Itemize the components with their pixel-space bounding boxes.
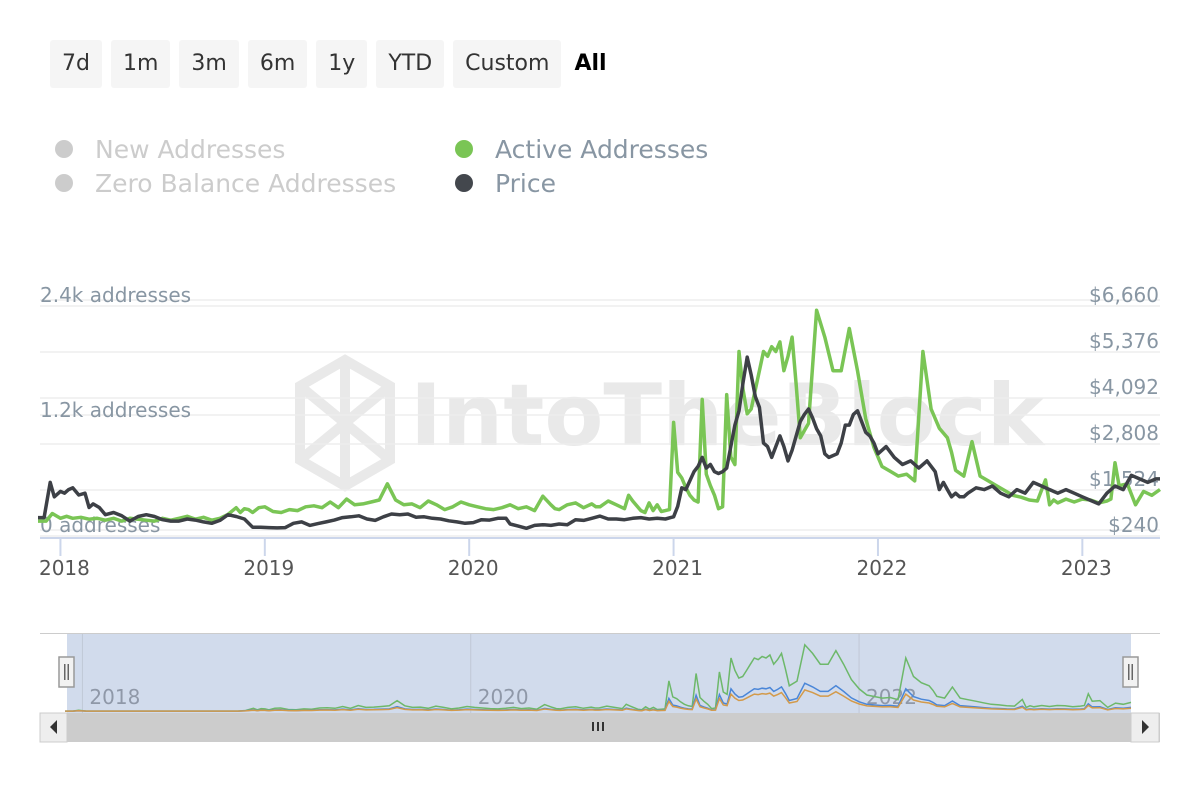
range-button-1m[interactable]: 1m <box>110 40 171 88</box>
range-button-6m[interactable]: 6m <box>247 40 308 88</box>
range-button-all[interactable]: All <box>570 40 610 88</box>
x-tick-label: 2019 <box>243 556 294 580</box>
y-right-tick-label: $240 <box>1108 513 1159 537</box>
range-button-1y[interactable]: 1y <box>316 40 368 88</box>
watermark-logo-icon <box>295 354 395 492</box>
legend-item-new-addresses[interactable]: New Addresses <box>55 134 455 164</box>
navigator[interactable]: 2018 2020 2022 <box>0 620 1200 750</box>
y-axis-left: 0 addresses1.2k addresses2.4k addresses <box>40 283 191 537</box>
x-axis: 2018 2019 2020 2021 2022 2023 <box>39 537 1160 580</box>
y-right-tick-label: $4,092 <box>1089 375 1159 399</box>
navigator-handle-left[interactable] <box>58 656 75 688</box>
main-chart: IntoTheBlock 0 addresses1.2k addresses2.… <box>38 283 1162 580</box>
legend-label: Zero Balance Addresses <box>95 168 397 198</box>
x-tick-label: 2018 <box>39 556 90 580</box>
navigator-x-label: 2020 <box>478 685 529 709</box>
legend-label: New Addresses <box>95 134 286 164</box>
x-tick-label: 2022 <box>857 556 908 580</box>
legend-dot-icon <box>55 140 73 158</box>
legend-label: Active Addresses <box>495 134 709 164</box>
legend-label: Price <box>495 168 556 198</box>
scrollbar-grip-icon[interactable] <box>592 722 604 731</box>
legend-item-active-addresses[interactable]: Active Addresses <box>455 134 755 164</box>
navigator-scrollbar-track[interactable] <box>40 713 1160 742</box>
range-button-7d[interactable]: 7d <box>50 40 102 88</box>
navigator-selected-range[interactable] <box>67 634 1131 713</box>
navigator-x-label: 2018 <box>89 685 140 709</box>
range-selector: 7d 1m 3m 6m 1y YTD Custom All <box>50 40 611 88</box>
legend-dot-icon <box>455 174 473 192</box>
y-left-tick-label: 1.2k addresses <box>40 398 191 422</box>
x-tick-label: 2020 <box>448 556 499 580</box>
range-button-custom[interactable]: Custom <box>453 40 562 88</box>
legend-dot-icon <box>55 174 73 192</box>
y-right-tick-label: $6,660 <box>1089 283 1159 307</box>
legend-dot-icon <box>455 140 473 158</box>
y-right-tick-label: $5,376 <box>1089 329 1159 353</box>
navigator-top-border <box>40 633 1160 634</box>
navigator-handle-right[interactable] <box>1122 656 1139 688</box>
range-button-ytd[interactable]: YTD <box>376 40 445 88</box>
range-button-3m[interactable]: 3m <box>179 40 239 88</box>
x-tick-label: 2021 <box>652 556 703 580</box>
y-right-tick-label: $2,808 <box>1089 421 1159 445</box>
y-left-tick-label: 2.4k addresses <box>40 283 191 307</box>
legend-item-price[interactable]: Price <box>455 168 755 198</box>
chart-legend: New Addresses Active Addresses Zero Balanc… <box>55 134 755 198</box>
y-axis-right: $240$1,524$2,808$4,092$5,376$6,660 <box>1089 283 1159 537</box>
x-tick-label: 2023 <box>1061 556 1112 580</box>
legend-item-zero-balance-addresses[interactable]: Zero Balance Addresses <box>55 168 455 198</box>
